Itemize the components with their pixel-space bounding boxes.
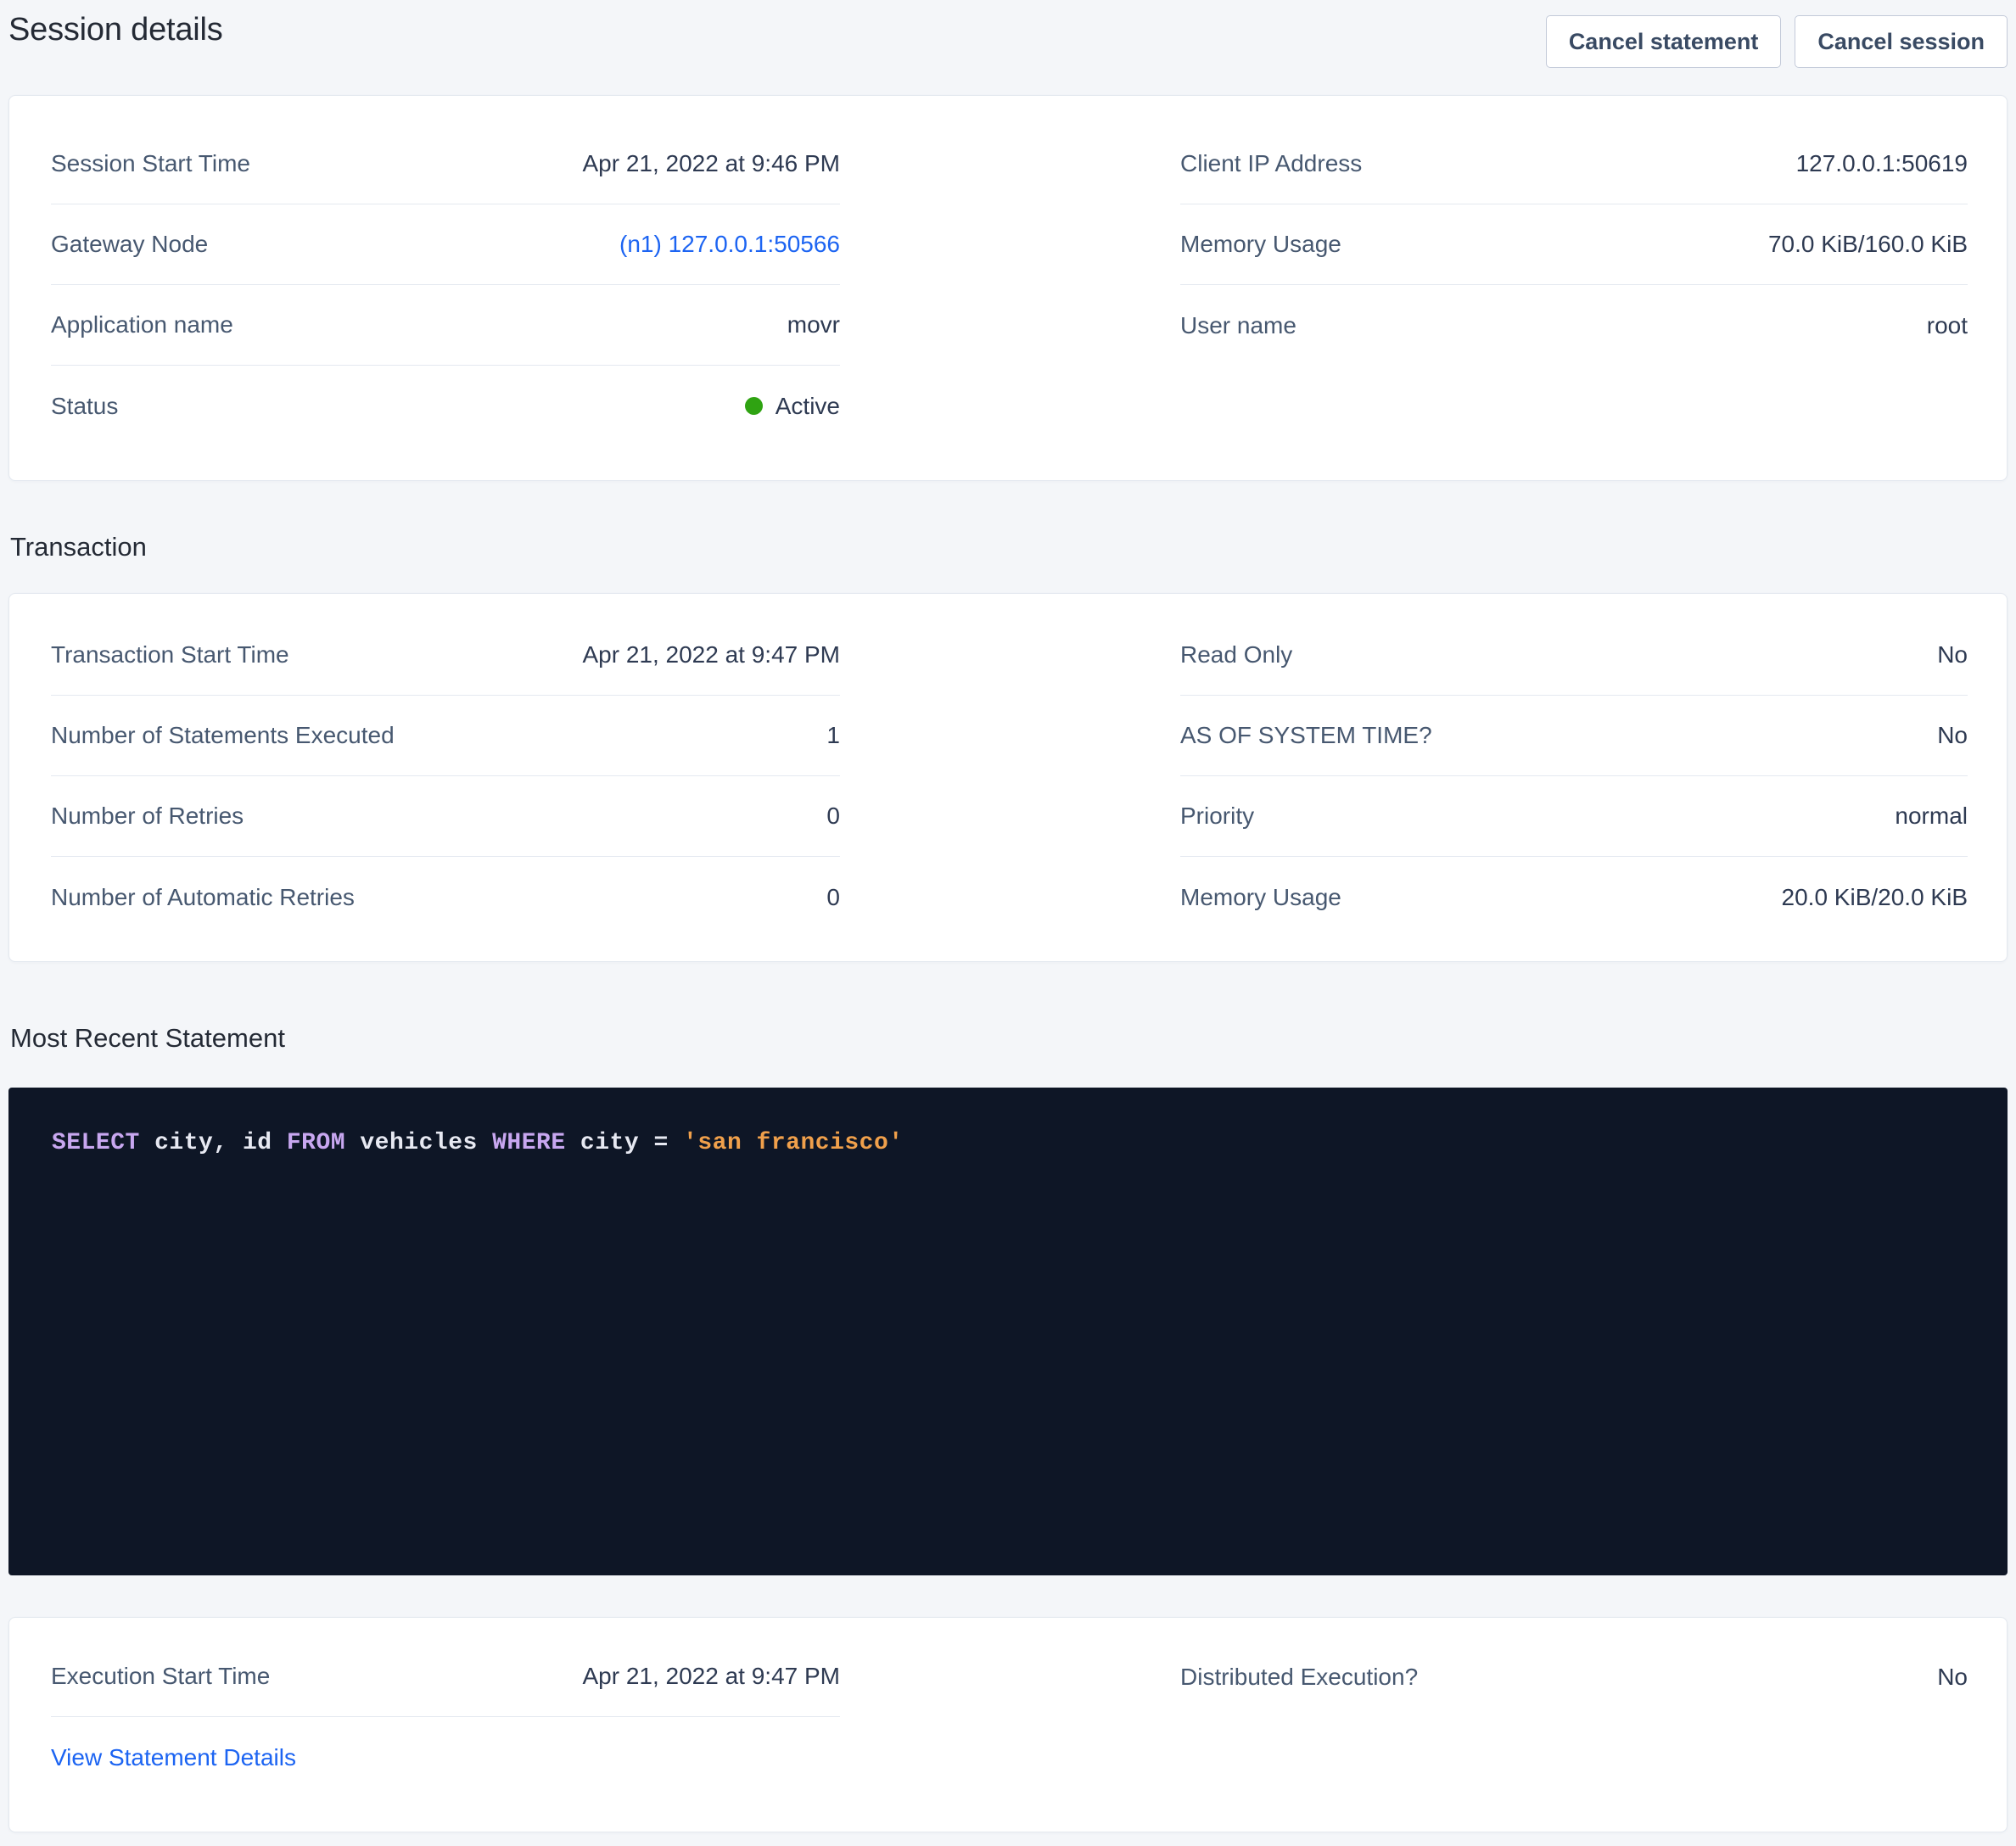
row-value: 0 — [826, 803, 840, 830]
view-statement-details-link[interactable]: View Statement Details — [51, 1744, 296, 1771]
summary-row: Transaction Start Time Apr 21, 2022 at 9:… — [51, 615, 840, 696]
summary-row: Priority normal — [1180, 776, 1968, 857]
summary-row: Memory Usage 70.0 KiB/160.0 KiB — [1180, 204, 1968, 285]
row-label: Number of Automatic Retries — [51, 884, 355, 911]
cancel-statement-button[interactable]: Cancel statement — [1546, 15, 1782, 68]
row-value: root — [1927, 312, 1968, 339]
sql-token-keyword: WHERE — [492, 1130, 566, 1156]
header-actions: Cancel statement Cancel session — [1546, 12, 2008, 68]
page-header: Session details Cancel statement Cancel … — [8, 0, 2008, 95]
sql-token-string: 'san francisco' — [683, 1130, 904, 1156]
gateway-node-link[interactable]: (n1) 127.0.0.1:50566 — [619, 231, 840, 258]
sql-token-plain: city, id — [140, 1130, 287, 1156]
distributed-execution-row: Distributed Execution? No — [1180, 1636, 1968, 1717]
summary-row: Read Only No — [1180, 615, 1968, 696]
row-label: Status — [51, 393, 118, 420]
sql-token-keyword: FROM — [287, 1130, 345, 1156]
row-label: User name — [1180, 312, 1296, 339]
row-value: No — [1937, 722, 1968, 749]
sql-statement-box: SELECT city, id FROM vehicles WHERE city… — [8, 1088, 2008, 1575]
session-details-page: Session details Cancel statement Cancel … — [0, 0, 2016, 1846]
row-value: 1 — [826, 722, 840, 749]
summary-row: Number of Automatic Retries 0 — [51, 857, 840, 937]
row-value: No — [1937, 641, 1968, 668]
row-value: 0 — [826, 884, 840, 911]
session-summary-card: Session Start Time Apr 21, 2022 at 9:46 P… — [8, 95, 2008, 481]
sql-statement-text: SELECT city, id FROM vehicles WHERE city… — [52, 1130, 1974, 1156]
transaction-section-title: Transaction — [10, 530, 2008, 564]
row-label: Read Only — [1180, 641, 1292, 668]
view-statement-details-row: View Statement Details — [51, 1717, 840, 1798]
sql-token-plain: vehicles — [345, 1130, 492, 1156]
session-summary-right: Client IP Address 127.0.0.1:50619 Memory U… — [1180, 124, 1968, 366]
session-status-row: Status Active — [51, 366, 840, 446]
statement-section-title: Most Recent Statement — [10, 1021, 2008, 1055]
cancel-session-button[interactable]: Cancel session — [1795, 15, 2008, 68]
row-label: Priority — [1180, 803, 1254, 830]
session-status: Active — [745, 393, 840, 420]
execution-summary-card: Execution Start Time Apr 21, 2022 at 9:4… — [8, 1617, 2008, 1832]
transaction-summary-right: Read Only No AS OF SYSTEM TIME? No Priority n… — [1180, 615, 1968, 937]
row-label: AS OF SYSTEM TIME? — [1180, 722, 1432, 749]
summary-row: Memory Usage 20.0 KiB/20.0 KiB — [1180, 857, 1968, 937]
row-label: Memory Usage — [1180, 231, 1341, 258]
transaction-summary-card: Transaction Start Time Apr 21, 2022 at 9:… — [8, 593, 2008, 962]
row-value: 20.0 KiB/20.0 KiB — [1782, 884, 1968, 911]
row-label: Application name — [51, 311, 233, 338]
summary-row: User name root — [1180, 285, 1968, 366]
row-value: No — [1937, 1664, 1968, 1691]
execution-start-time-row: Execution Start Time Apr 21, 2022 at 9:4… — [51, 1636, 840, 1717]
summary-row: AS OF SYSTEM TIME? No — [1180, 696, 1968, 776]
transaction-summary-left: Transaction Start Time Apr 21, 2022 at 9:… — [51, 615, 840, 937]
row-label: Distributed Execution? — [1180, 1664, 1418, 1691]
summary-row: Number of Statements Executed 1 — [51, 696, 840, 776]
row-label: Session Start Time — [51, 150, 250, 177]
summary-row: Number of Retries 0 — [51, 776, 840, 857]
row-label: Transaction Start Time — [51, 641, 289, 668]
session-summary-left: Session Start Time Apr 21, 2022 at 9:46 P… — [51, 124, 840, 446]
sql-token-plain: city = — [566, 1130, 683, 1156]
row-value: movr — [787, 311, 840, 338]
row-value: Apr 21, 2022 at 9:47 PM — [582, 641, 840, 668]
page-title: Session details — [8, 12, 223, 48]
summary-row: Application name movr — [51, 285, 840, 366]
row-label: Execution Start Time — [51, 1663, 270, 1690]
row-label: Gateway Node — [51, 231, 208, 258]
row-value: normal — [1895, 803, 1968, 830]
status-active-dot-icon — [745, 397, 763, 415]
execution-summary-left: Execution Start Time Apr 21, 2022 at 9:4… — [51, 1636, 840, 1798]
status-text: Active — [776, 393, 840, 420]
row-value: 127.0.0.1:50619 — [1796, 150, 1968, 177]
row-label: Number of Statements Executed — [51, 722, 395, 749]
row-label: Client IP Address — [1180, 150, 1362, 177]
row-value: Apr 21, 2022 at 9:47 PM — [582, 1663, 840, 1690]
gateway-node-link-row: Gateway Node (n1) 127.0.0.1:50566 — [51, 204, 840, 285]
summary-row: Client IP Address 127.0.0.1:50619 — [1180, 124, 1968, 204]
row-label: Memory Usage — [1180, 884, 1341, 911]
sql-token-keyword: SELECT — [52, 1130, 140, 1156]
row-value: Apr 21, 2022 at 9:46 PM — [582, 150, 840, 177]
row-label: Number of Retries — [51, 803, 244, 830]
row-value: 70.0 KiB/160.0 KiB — [1768, 231, 1968, 258]
summary-row: Session Start Time Apr 21, 2022 at 9:46 P… — [51, 124, 840, 204]
execution-summary-right: Distributed Execution? No — [1180, 1636, 1968, 1717]
